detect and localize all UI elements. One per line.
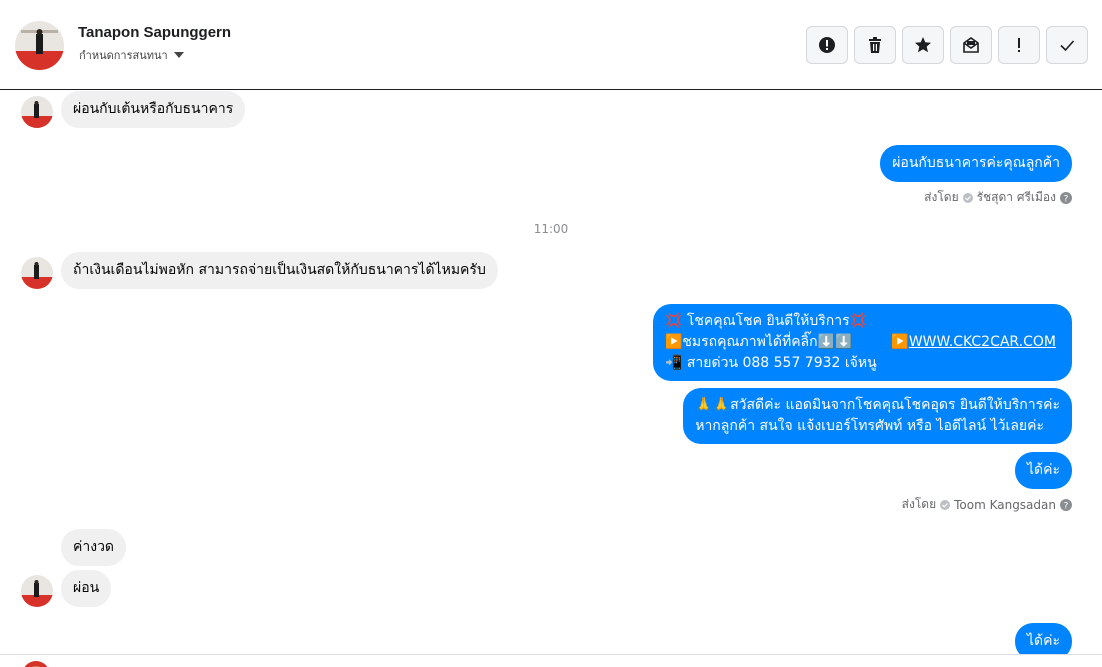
avatar[interactable] bbox=[15, 21, 64, 70]
timestamp-separator: 11:00 bbox=[533, 222, 569, 236]
report-spam-icon bbox=[819, 37, 835, 53]
sent-by-prefix: ส่งโดย bbox=[924, 190, 959, 204]
star-icon bbox=[915, 37, 931, 53]
check-circle-icon bbox=[940, 499, 951, 510]
message-bubble-incoming[interactable]: ค่างวด bbox=[61, 529, 127, 566]
delete-button[interactable] bbox=[854, 26, 896, 64]
sent-by-label: ส่งโดย รัชสุดา ศรีเมือง ? bbox=[924, 188, 1072, 207]
play-icon: ▶️ bbox=[891, 334, 909, 350]
help-icon[interactable]: ? bbox=[1060, 498, 1072, 511]
message-composer[interactable] bbox=[0, 654, 1102, 667]
sent-by-name: รัชสุดา ศรีเมือง bbox=[976, 190, 1056, 204]
website-link[interactable]: WWW.CKC2CAR.COM bbox=[909, 334, 1056, 350]
svg-text:?: ? bbox=[1064, 194, 1069, 204]
star-button[interactable] bbox=[902, 26, 944, 64]
conversation-header: Tanapon Sapunggern กำหนดการสนทนา bbox=[0, 0, 1102, 90]
message-line: ▶️ชมรถคุณภาพได้ที่คลิ๊ก⬇️⬇️ ▶️WWW.CKC2CA… bbox=[665, 332, 1060, 353]
message-bubble-outgoing[interactable]: ได้ค่ะ bbox=[1014, 452, 1072, 489]
check-circle-icon bbox=[962, 192, 973, 203]
message-bubble-incoming[interactable]: ถ้าเงินเดือนไม่พอหัก สามารถจ่ายเป็นเงินส… bbox=[61, 252, 498, 289]
message-bubble-incoming[interactable]: ผ่อน bbox=[61, 570, 112, 607]
chevron-down-icon bbox=[173, 52, 184, 58]
conversation-label: กำหนดการสนทนา bbox=[79, 49, 168, 62]
message-bubble-outgoing[interactable]: 💢 โชคคุณโชค ยินดีให้บริการ💢 ▶️ชมรถคุณภาพ… bbox=[653, 304, 1072, 381]
message-line: หากลูกค้า สนใจ แจ้งเบอร์โทรศัพท์ หรือ ไอ… bbox=[695, 418, 1044, 434]
sent-by-name: Toom Kangsadan bbox=[954, 497, 1056, 512]
message-line: 💢 โชคคุณโชค ยินดีให้บริการ💢 bbox=[665, 311, 1060, 332]
message-text: ▶️ชมรถคุณภาพได้ที่คลิ๊ก⬇️⬇️ bbox=[665, 334, 853, 350]
message-bubble-outgoing[interactable]: 🙏🙏สวัสดีค่ะ แอดมินจากโชคคุณโชคอุดร ยินดี… bbox=[683, 388, 1072, 444]
anger-symbol-icon: 💢 bbox=[665, 313, 683, 329]
action-toolbar bbox=[806, 26, 1088, 64]
mark-unread-button[interactable] bbox=[950, 26, 992, 64]
message-bubble-incoming[interactable]: ผ่อนกับเต้นหรือกับธนาคาร bbox=[61, 91, 246, 128]
avatar[interactable] bbox=[21, 575, 53, 607]
message-line: 📲 สายด่วน 088 557 7932 เจ้หนู bbox=[665, 355, 877, 371]
checkmark-icon bbox=[1060, 40, 1075, 52]
sent-by-prefix: ส่งโดย bbox=[901, 497, 937, 511]
avatar[interactable] bbox=[21, 257, 53, 289]
trash-icon bbox=[869, 37, 881, 53]
anger-symbol-icon: 💢 bbox=[849, 313, 868, 329]
conversation-label-dropdown[interactable]: กำหนดการสนทนา bbox=[79, 46, 184, 64]
avatar[interactable] bbox=[21, 96, 53, 128]
contact-name[interactable]: Tanapon Sapunggern bbox=[78, 24, 231, 41]
flag-button[interactable] bbox=[998, 26, 1040, 64]
message-line: 🙏🙏สวัสดีค่ะ แอดมินจากโชคคุณโชคอุดร ยินดี… bbox=[695, 397, 1060, 413]
sent-by-label: ส่งโดย Toom Kangsadan ? bbox=[902, 495, 1072, 514]
message-bubble-outgoing[interactable]: ผ่อนกับธนาคารค่ะคุณลูกค้า bbox=[880, 145, 1072, 182]
report-spam-button[interactable] bbox=[806, 26, 848, 64]
svg-text:?: ? bbox=[1064, 501, 1069, 511]
mark-unread-icon bbox=[963, 37, 979, 53]
mark-done-button[interactable] bbox=[1046, 26, 1088, 64]
exclamation-icon bbox=[1018, 38, 1020, 52]
help-icon[interactable]: ? bbox=[1060, 191, 1072, 204]
message-text: โชคคุณโชค ยินดีให้บริการ bbox=[682, 313, 850, 329]
